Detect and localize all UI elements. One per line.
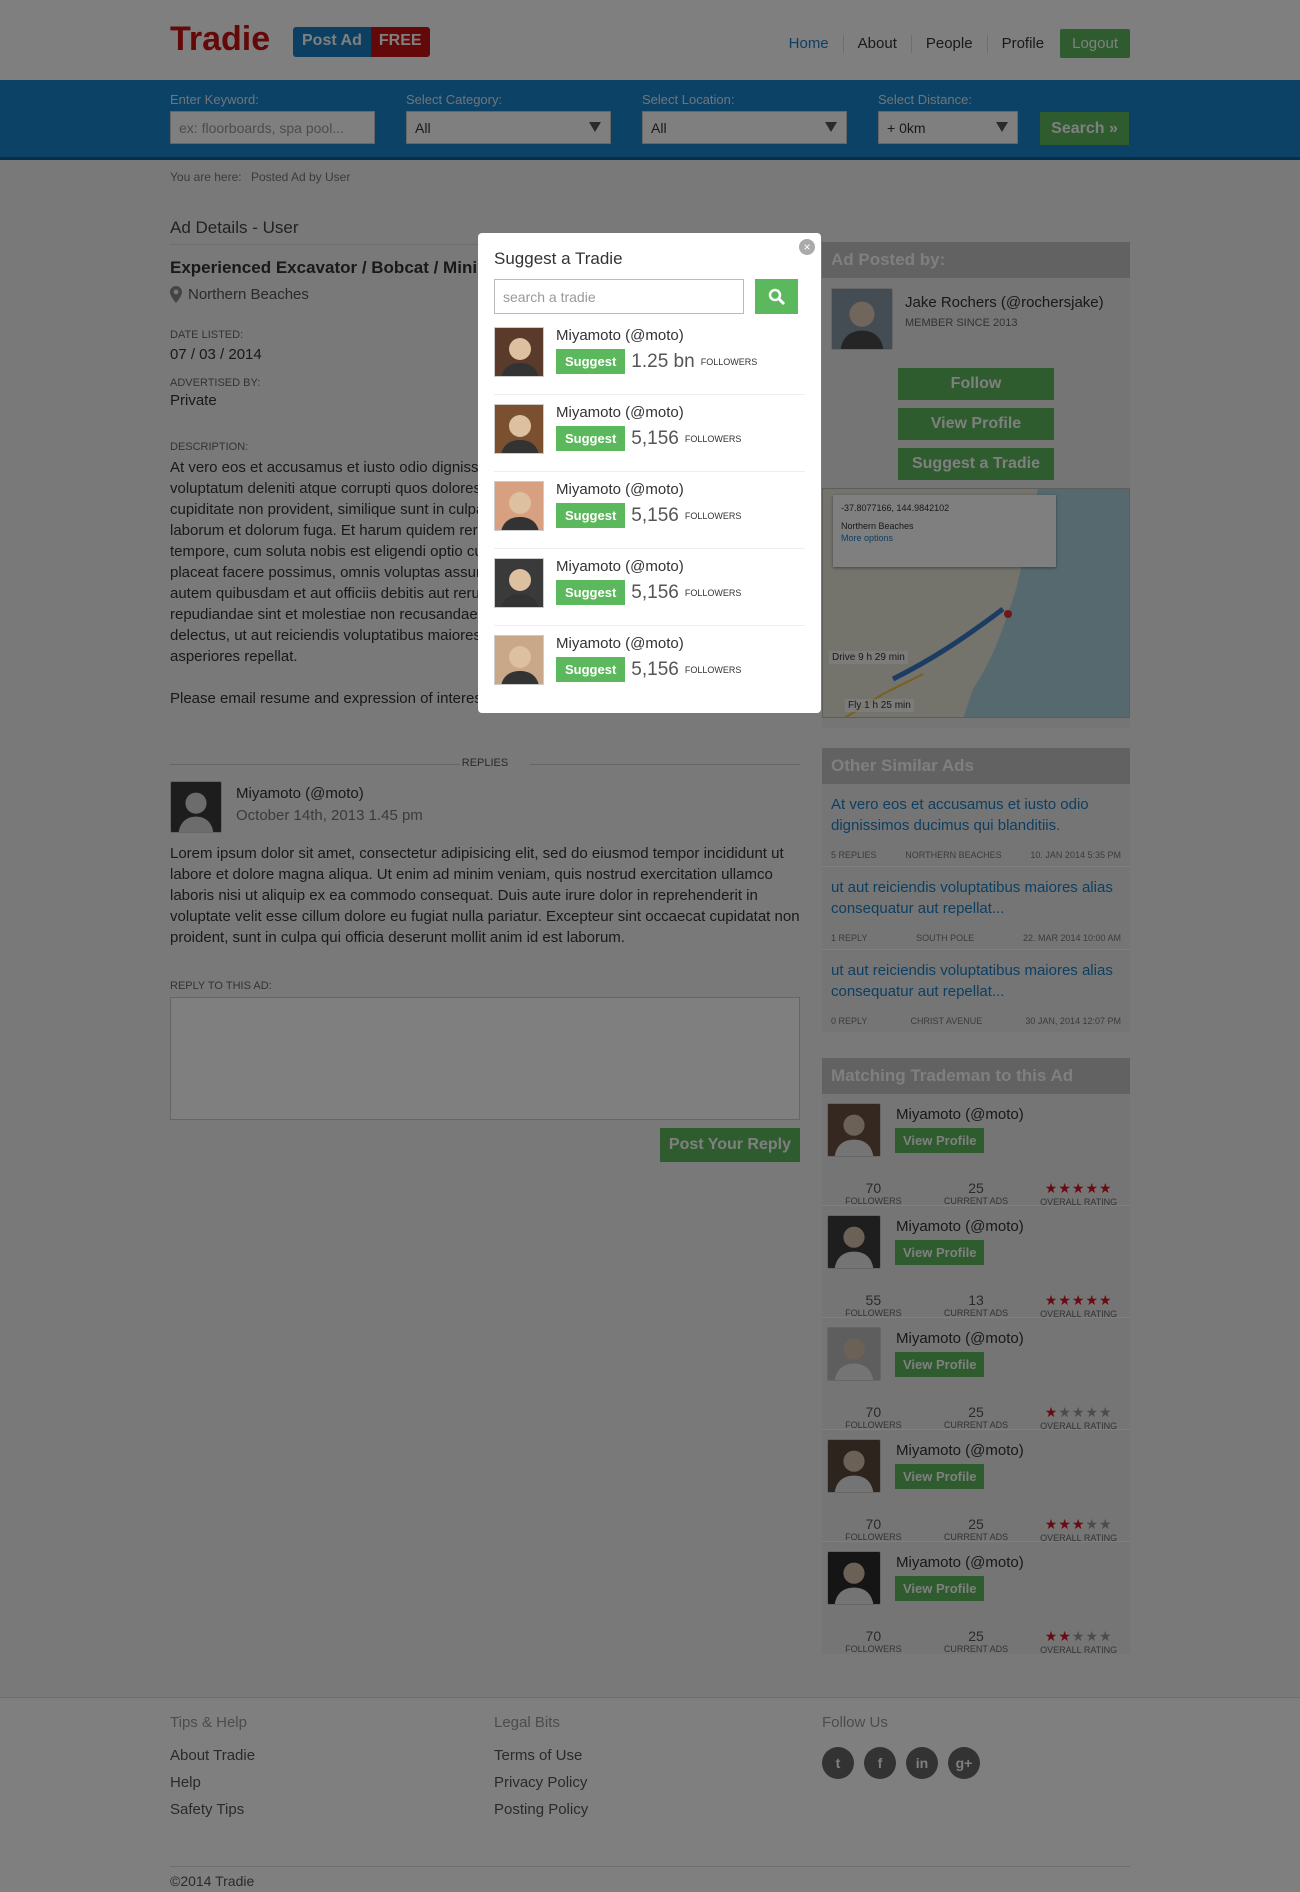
suggest-tradie-modal: × Suggest a Tradie search a tradie Miyam… (478, 233, 821, 713)
followers-label: FOLLOWERS (684, 587, 742, 598)
user-avatar-icon (495, 559, 543, 607)
suggest-button[interactable]: Suggest (556, 580, 626, 605)
modal-search: search a tradie (494, 279, 805, 314)
followers-count: 5,156 (631, 581, 679, 603)
followers-label: FOLLOWERS (684, 433, 742, 444)
list-item: Miyamoto (@moto) Suggest 5,156 FOLLOWERS (494, 395, 805, 472)
close-icon[interactable]: × (799, 239, 815, 255)
search-icon[interactable] (755, 279, 798, 314)
avatar[interactable] (494, 635, 544, 685)
suggest-button[interactable]: Suggest (556, 426, 626, 451)
tradie-name[interactable]: Miyamoto (@moto) (556, 481, 741, 498)
followers-label: FOLLOWERS (684, 510, 742, 521)
tradie-name[interactable]: Miyamoto (@moto) (556, 635, 741, 652)
avatar[interactable] (494, 327, 544, 377)
followers-count: 1.25 bn (631, 350, 695, 372)
avatar[interactable] (494, 404, 544, 454)
list-item: Miyamoto (@moto) Suggest 5,156 FOLLOWERS (494, 626, 805, 703)
list-item: Miyamoto (@moto) Suggest 5,156 FOLLOWERS (494, 549, 805, 626)
modal-title: Suggest a Tradie (494, 249, 623, 268)
suggest-button[interactable]: Suggest (556, 349, 626, 374)
tradie-name[interactable]: Miyamoto (@moto) (556, 327, 757, 344)
followers-label: FOLLOWERS (700, 356, 758, 367)
tradie-search-input[interactable]: search a tradie (494, 279, 744, 314)
tradie-name[interactable]: Miyamoto (@moto) (556, 404, 741, 421)
suggest-button[interactable]: Suggest (556, 503, 626, 528)
suggest-button[interactable]: Suggest (556, 657, 626, 682)
avatar[interactable] (494, 481, 544, 531)
user-avatar-icon (495, 636, 543, 684)
user-avatar-icon (495, 328, 543, 376)
list-item: Miyamoto (@moto) Suggest 1.25 bn FOLLOWERS (494, 318, 805, 395)
list-item: Miyamoto (@moto) Suggest 5,156 FOLLOWERS (494, 472, 805, 549)
user-avatar-icon (495, 482, 543, 530)
tradie-name[interactable]: Miyamoto (@moto) (556, 558, 741, 575)
followers-count: 5,156 (631, 427, 679, 449)
followers-count: 5,156 (631, 658, 679, 680)
tradie-list: Miyamoto (@moto) Suggest 1.25 bn FOLLOWERS M… (494, 318, 805, 703)
user-avatar-icon (495, 405, 543, 453)
followers-label: FOLLOWERS (684, 664, 742, 675)
avatar[interactable] (494, 558, 544, 608)
followers-count: 5,156 (631, 504, 679, 526)
